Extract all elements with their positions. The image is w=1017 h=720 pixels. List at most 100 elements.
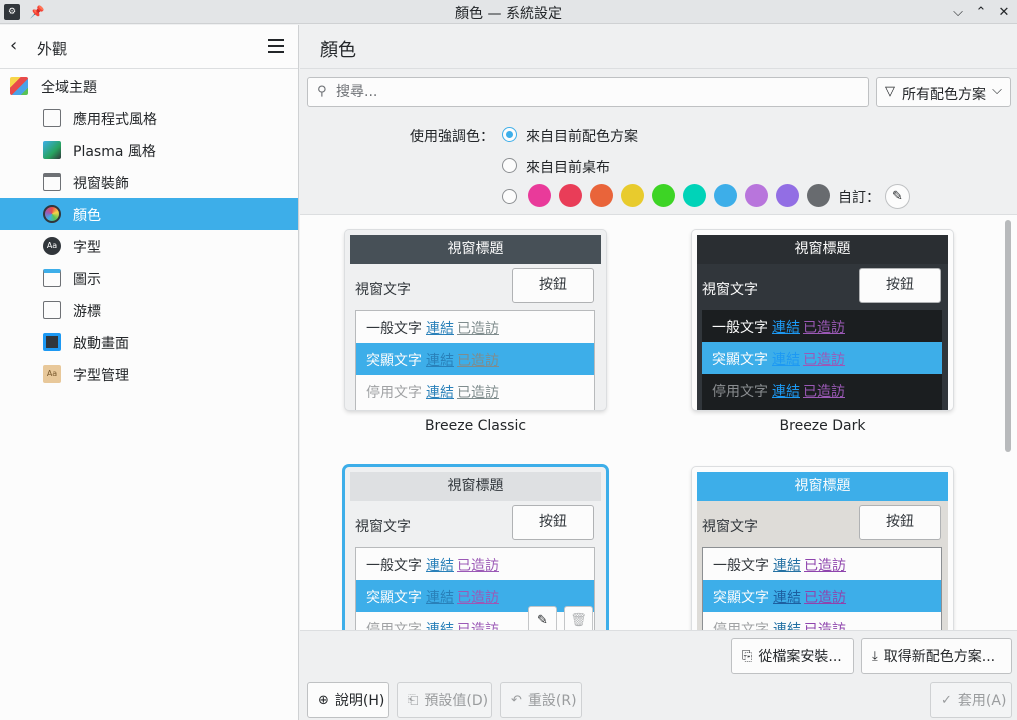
edit-scheme-button[interactable]: ✎ xyxy=(528,606,557,630)
sidebar-item-label: 啟動畫面 xyxy=(73,336,129,352)
apply-label: 套用(A) xyxy=(957,693,1007,709)
filter-dropdown[interactable]: ▽ 所有配色方案 ⌵ xyxy=(876,77,1011,107)
accent-from-wallpaper-label[interactable]: 來自目前桌布 xyxy=(526,157,610,177)
preview-button: 按鈕 xyxy=(859,505,941,540)
minimize-button[interactable]: ⌵ xyxy=(948,2,968,22)
preview-link: 連結 xyxy=(773,590,801,606)
help-label: 說明(H) xyxy=(334,693,385,709)
sidebar-item-window-decoration[interactable]: 視窗裝飾 xyxy=(0,166,298,198)
font-management-icon: Aa xyxy=(43,365,61,383)
accent-color-swatch[interactable] xyxy=(776,184,799,207)
color-picker-icon[interactable]: ✎ xyxy=(885,184,910,209)
accent-color-swatch[interactable] xyxy=(683,184,706,207)
preview-window-text: 視窗文字 xyxy=(355,282,411,298)
accent-color-label: 使用強調色： xyxy=(410,129,494,145)
sidebar-title[interactable]: 外觀 xyxy=(37,38,67,59)
scheme-name: Breeze Dark xyxy=(779,418,866,434)
delete-scheme-button[interactable]: 🗑 xyxy=(564,606,593,630)
icons-icon xyxy=(43,269,61,287)
accent-color-swatch[interactable] xyxy=(652,184,675,207)
accent-color-swatch[interactable] xyxy=(714,184,737,207)
scheme-card-breeze-classic[interactable]: 視窗標題 視窗文字 按鈕 一般文字 連結 已造訪 突顯文字 連結 已造訪 停用文… xyxy=(345,230,606,410)
cursors-icon xyxy=(43,301,61,319)
sidebar-item-label: 圖示 xyxy=(73,272,101,288)
colors-icon xyxy=(43,205,61,223)
search-icon: ⚲ xyxy=(317,84,327,99)
preview-button: 按鈕 xyxy=(512,268,594,303)
filter-label: 所有配色方案 xyxy=(902,87,986,103)
sidebar-item-icons[interactable]: 圖示 xyxy=(0,262,298,294)
sidebar-item-plasma-style[interactable]: Plasma 風格 xyxy=(0,134,298,166)
plasma-style-icon xyxy=(43,141,61,159)
preview-window-text: 視窗文字 xyxy=(702,282,758,298)
defaults-icon: ⎗ xyxy=(408,692,419,708)
accent-color-swatch[interactable] xyxy=(590,184,613,207)
sidebar-item-cursors[interactable]: 游標 xyxy=(0,294,298,326)
page-header: 顏色 xyxy=(300,25,1017,69)
hamburger-menu-icon[interactable] xyxy=(268,39,284,53)
preview-window-title: 視窗標題 xyxy=(697,472,948,501)
preview-link: 連結 xyxy=(426,321,454,337)
preview-link: 連結 xyxy=(426,385,454,401)
reset-label: 重設(R) xyxy=(527,693,577,709)
accent-from-scheme-label[interactable]: 來自目前配色方案 xyxy=(526,126,638,146)
get-new-schemes-button[interactable]: ⤓ 取得新配色方案... xyxy=(861,638,1012,674)
sidebar-item-colors[interactable]: 顏色 xyxy=(0,198,298,230)
accent-from-scheme-radio[interactable] xyxy=(502,127,517,142)
preview-normal-text: 一般文字 xyxy=(713,558,769,574)
app-style-icon xyxy=(43,109,61,127)
accent-custom-radio[interactable] xyxy=(502,189,517,204)
accent-from-wallpaper-radio[interactable] xyxy=(502,158,517,173)
accent-color-swatch[interactable] xyxy=(807,184,830,207)
accent-color-swatch[interactable] xyxy=(621,184,644,207)
sidebar-item-global-theme[interactable]: 全域主題 xyxy=(0,70,298,102)
splash-screen-icon xyxy=(43,333,61,351)
preview-window-title: 視窗標題 xyxy=(350,472,601,501)
window-decoration-icon xyxy=(43,173,61,191)
sidebar-item-font-management[interactable]: Aa 字型管理 xyxy=(0,358,298,390)
scheme-card-breeze-dark[interactable]: 視窗標題 視窗文字 按鈕 一般文字 連結 已造訪 突顯文字 連結 已造訪 停用文… xyxy=(692,230,953,410)
preview-view: 一般文字 連結 已造訪 突顯文字 連結 已造訪 停用文字 連結 已造訪 xyxy=(702,310,942,410)
preview-link: 連結 xyxy=(773,558,801,574)
sidebar-item-fonts[interactable]: Aa 字型 xyxy=(0,230,298,262)
global-theme-icon xyxy=(10,77,28,95)
scrollbar-thumb[interactable] xyxy=(1005,220,1011,452)
close-button[interactable]: ✕ xyxy=(994,2,1014,22)
sidebar-item-app-style[interactable]: 應用程式風格 xyxy=(0,102,298,134)
preview-highlight-text: 突顯文字 xyxy=(712,352,768,368)
sidebar-item-label: 字型 xyxy=(73,240,101,256)
sidebar-item-label: 全域主題 xyxy=(41,80,97,96)
preview-link: 連結 xyxy=(426,590,454,606)
help-button[interactable]: ⊕ 說明(H) xyxy=(307,682,389,718)
apply-button[interactable]: ✓ 套用(A) xyxy=(930,682,1012,718)
reset-button[interactable]: ↶ 重設(R) xyxy=(500,682,582,718)
preview-view: 一般文字 連結 已造訪 突顯文字 連結 已造訪 停用文字 連結 已造訪 xyxy=(702,547,942,630)
preview-view: 一般文字 連結 已造訪 突顯文字 連結 已造訪 停用文字 連結 已造訪 xyxy=(355,547,595,630)
accent-color-swatch[interactable] xyxy=(559,184,582,207)
preview-link: 連結 xyxy=(772,384,800,400)
get-new-schemes-label: 取得新配色方案... xyxy=(883,649,996,665)
preview-visited: 已造訪 xyxy=(457,590,499,606)
preview-visited: 已造訪 xyxy=(457,321,499,337)
maximize-button[interactable]: ⌃ xyxy=(971,2,991,22)
search-box[interactable]: ⚲ xyxy=(307,77,869,107)
accent-color-swatch[interactable] xyxy=(528,184,551,207)
preview-button: 按鈕 xyxy=(859,268,941,303)
preview-link: 連結 xyxy=(426,353,454,369)
sidebar-item-label: 顏色 xyxy=(73,208,101,224)
preview-visited: 已造訪 xyxy=(804,622,846,630)
sidebar-item-label: 視窗裝飾 xyxy=(73,176,129,192)
sidebar-item-splash-screen[interactable]: 啟動畫面 xyxy=(0,326,298,358)
install-from-file-label: 從檔案安裝... xyxy=(758,649,842,665)
accent-color-swatch[interactable] xyxy=(745,184,768,207)
back-chevron-icon[interactable]: ‹ xyxy=(10,36,17,56)
color-scheme-grid: 視窗標題 視窗文字 按鈕 一般文字 連結 已造訪 突顯文字 連結 已造訪 停用文… xyxy=(300,214,1017,630)
scheme-name: Breeze Classic xyxy=(424,418,527,434)
search-input[interactable] xyxy=(336,82,856,102)
defaults-button[interactable]: ⎗ 預設值(D) xyxy=(397,682,492,718)
page-title: 顏色 xyxy=(320,40,356,61)
custom-color-label: 自訂： xyxy=(838,190,880,206)
preview-visited: 已造訪 xyxy=(457,622,499,630)
scheme-card-blue[interactable]: 視窗標題 視窗文字 按鈕 一般文字 連結 已造訪 突顯文字 連結 已造訪 停用文… xyxy=(692,467,953,630)
install-from-file-button[interactable]: ⎘ 從檔案安裝... xyxy=(731,638,854,674)
